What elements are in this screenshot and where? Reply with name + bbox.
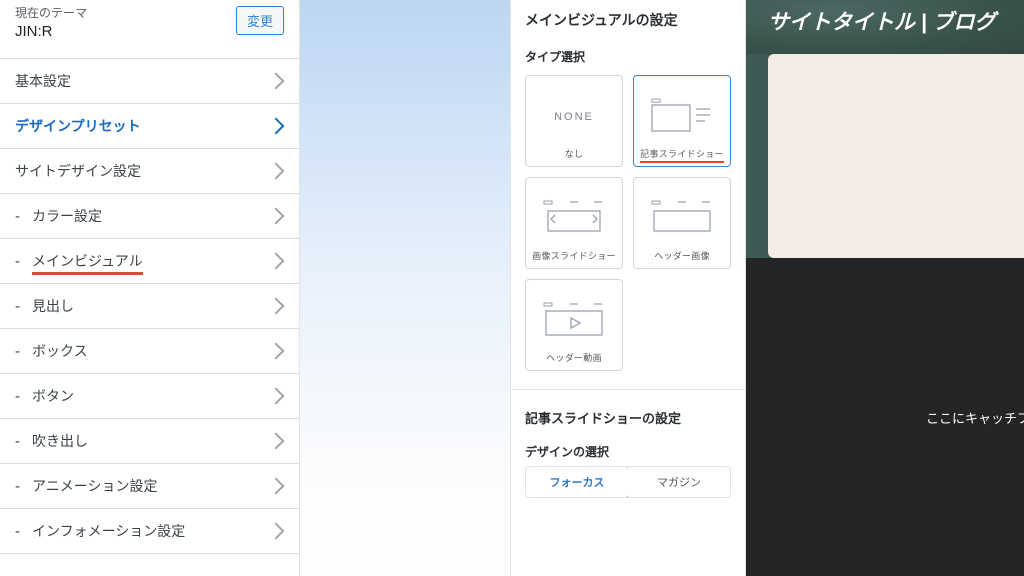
dash-icon: -	[15, 253, 20, 270]
sidebar-item-box[interactable]: - ボックス	[0, 329, 299, 374]
design-option-focus[interactable]: フォーカス	[525, 466, 629, 498]
sidebar-item-label: ボタン	[32, 386, 74, 406]
chevron-right-icon	[268, 73, 285, 90]
sidebar-item-information[interactable]: - インフォメーション設定	[0, 509, 299, 554]
type-card-caption: 画像スライドショー	[532, 249, 616, 262]
sidebar-item-button[interactable]: - ボタン	[0, 374, 299, 419]
customizer-menu: 基本設定 デザインプリセット サイトデザイン設定 -	[0, 58, 299, 554]
chevron-right-icon	[268, 433, 285, 450]
menu-site-design[interactable]: サイトデザイン設定	[0, 149, 299, 194]
type-select-label: タイプ選択	[525, 48, 731, 65]
menu-item-label: デザインプリセット	[15, 116, 141, 136]
chevron-right-icon	[268, 253, 285, 270]
settings-title: メインビジュアルの設定	[525, 10, 731, 30]
featured-image-placeholder	[768, 54, 1024, 258]
current-theme-label: 現在のテーマ	[15, 4, 87, 21]
none-icon: NONE	[554, 111, 594, 123]
type-card-caption: ヘッダー画像	[654, 249, 710, 262]
menu-item-label: サイトデザイン設定	[15, 161, 141, 181]
header-video-icon	[530, 290, 618, 351]
chevron-right-icon	[268, 118, 285, 135]
design-select-label: デザインの選択	[525, 443, 731, 460]
change-theme-button[interactable]: 変更	[236, 6, 284, 35]
type-card-caption: 記事スライドショー	[640, 147, 724, 160]
dash-icon: -	[15, 478, 20, 495]
chevron-right-icon	[268, 298, 285, 315]
catch-copy: ここにキャッチフ	[926, 408, 1024, 427]
image-slideshow-icon	[530, 188, 618, 249]
menu-basic[interactable]: 基本設定	[0, 59, 299, 104]
preview-pane: サイトタイトル | ブログ ここにキャッチフ	[746, 0, 1024, 576]
menu-item-label: 基本設定	[15, 71, 71, 91]
sidebar-item-heading[interactable]: - 見出し	[0, 284, 299, 329]
chevron-right-icon	[268, 343, 285, 360]
design-toggle: フォーカス マガジン	[525, 466, 731, 498]
sidebar-item-label: ボックス	[32, 341, 88, 361]
chevron-right-icon	[268, 388, 285, 405]
sidebar-item-label: 見出し	[32, 296, 74, 316]
dash-icon: -	[15, 523, 20, 540]
sidebar-item-animation[interactable]: - アニメーション設定	[0, 464, 299, 509]
type-card-caption: なし	[565, 147, 584, 160]
type-card-article-slideshow[interactable]: 記事スライドショー	[633, 75, 731, 167]
slideshow-settings-title: 記事スライドショーの設定	[525, 408, 731, 427]
type-card-header-image[interactable]: ヘッダー画像	[633, 177, 731, 269]
sidebar-item-label: 吹き出し	[32, 431, 88, 451]
gradient-divider	[300, 0, 510, 576]
customizer-sidebar: 現在のテーマ JIN:R 変更 基本設定 デザインプリセット サイトデザ	[0, 0, 300, 576]
sidebar-item-label: インフォメーション設定	[32, 521, 185, 541]
type-card-image-slideshow[interactable]: 画像スライドショー	[525, 177, 623, 269]
chevron-right-icon	[268, 523, 285, 540]
type-card-header-video[interactable]: ヘッダー動画	[525, 279, 623, 371]
featured-image-area	[746, 54, 1024, 258]
article-slideshow-icon	[638, 86, 726, 147]
menu-design-preset[interactable]: デザインプリセット	[0, 104, 299, 149]
type-card-none[interactable]: NONE なし	[525, 75, 623, 167]
dash-icon: -	[15, 388, 20, 405]
hero-dark-strip: ここにキャッチフ	[746, 258, 1024, 576]
sidebar-item-label: カラー設定	[32, 206, 102, 226]
dash-icon: -	[15, 343, 20, 360]
sidebar-item-color[interactable]: - カラー設定	[0, 194, 299, 239]
dash-icon: -	[15, 433, 20, 450]
theme-name: JIN:R	[15, 23, 87, 40]
divider	[511, 389, 745, 390]
settings-panel: メインビジュアルの設定 タイプ選択 NONE なし	[510, 0, 746, 576]
type-grid: NONE なし 記事スライドショー	[525, 75, 731, 371]
site-title: サイトタイトル | ブログ	[746, 0, 1024, 54]
chevron-right-icon	[268, 208, 285, 225]
design-option-magazine[interactable]: マガジン	[628, 467, 730, 497]
sidebar-item-label: アニメーション設定	[32, 476, 157, 496]
header-image-icon	[638, 188, 726, 249]
dash-icon: -	[15, 298, 20, 315]
type-card-caption: ヘッダー動画	[546, 351, 602, 364]
sidebar-item-label: メインビジュアル	[32, 251, 143, 271]
sidebar-item-main-visual[interactable]: - メインビジュアル	[0, 239, 299, 284]
theme-block: 現在のテーマ JIN:R 変更	[0, 0, 299, 58]
chevron-right-icon	[268, 478, 285, 495]
dash-icon: -	[15, 208, 20, 225]
sidebar-item-speech-bubble[interactable]: - 吹き出し	[0, 419, 299, 464]
chevron-right-icon	[268, 163, 285, 180]
